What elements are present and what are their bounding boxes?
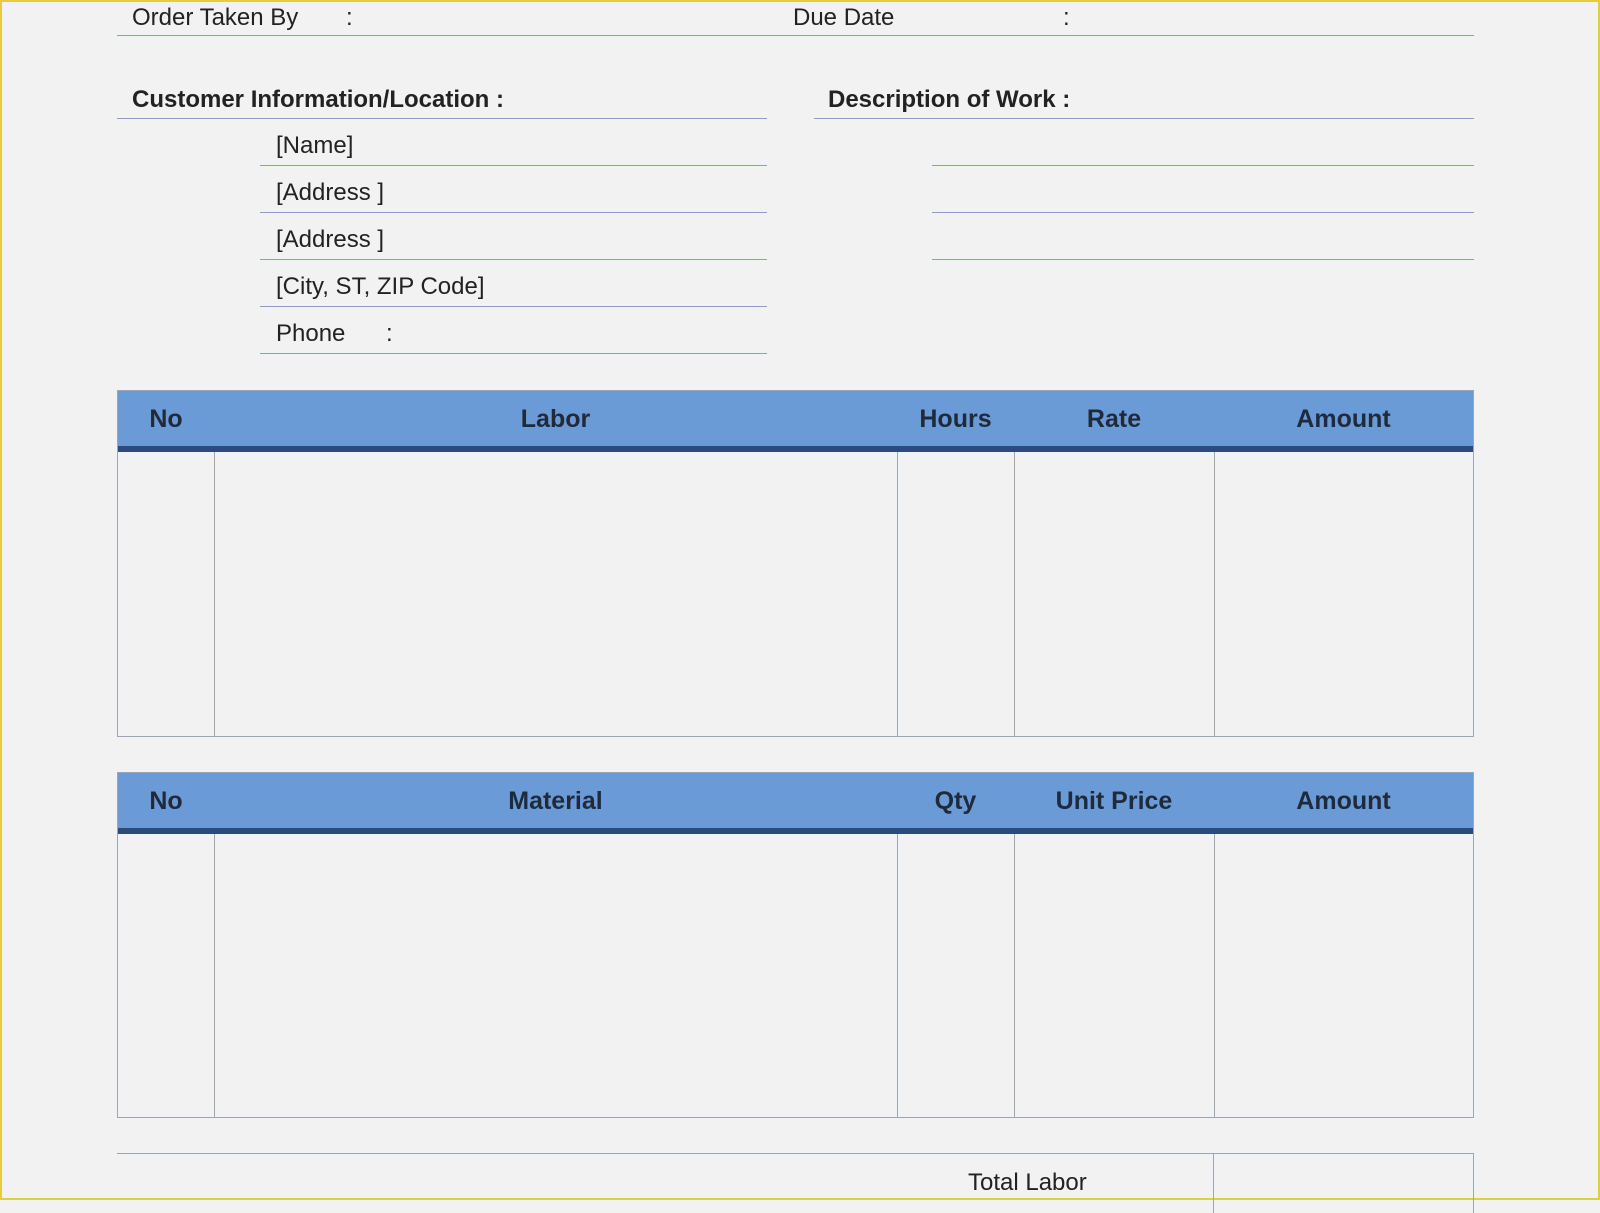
- labor-table: No Labor Hours Rate Amount: [117, 390, 1474, 737]
- description-title-line: [814, 118, 1474, 119]
- labor-header-rate: Rate: [1086, 405, 1142, 433]
- order-taken-by-label: Order Taken By: [132, 4, 299, 31]
- description-line-1[interactable]: [932, 165, 1474, 166]
- description-line-2[interactable]: [932, 212, 1474, 213]
- customer-address2-line: [260, 259, 767, 260]
- labor-table-header: No Labor Hours Rate Amount: [118, 391, 1473, 452]
- order-taken-by-colon: :: [346, 4, 353, 31]
- customer-name-field[interactable]: [Name]: [276, 132, 353, 160]
- total-labor-value-cell[interactable]: [1213, 1153, 1474, 1213]
- labor-header-amount: Amount: [1296, 405, 1391, 433]
- description-section-title: Description of Work :: [828, 86, 1071, 113]
- customer-name-line: [260, 165, 767, 166]
- order-row-line[interactable]: [117, 35, 1474, 36]
- customer-phone-label: Phone: [276, 320, 346, 347]
- material-header-material: Material: [508, 787, 603, 815]
- customer-address2-field[interactable]: [Address ]: [276, 226, 384, 254]
- material-header-unit-price: Unit Price: [1055, 787, 1173, 815]
- customer-phone-line[interactable]: [260, 353, 767, 354]
- material-header-qty: Qty: [934, 787, 977, 815]
- customer-title-line: [117, 118, 767, 119]
- description-line-3[interactable]: [932, 259, 1474, 260]
- customer-city-line: [260, 306, 767, 307]
- labor-header-no: No: [149, 405, 183, 433]
- labor-header-labor: Labor: [520, 405, 591, 433]
- due-date-colon: :: [1063, 4, 1070, 31]
- material-header-amount: Amount: [1296, 787, 1391, 815]
- customer-address1-field[interactable]: [Address ]: [276, 179, 384, 207]
- labor-header-hours: Hours: [919, 405, 992, 433]
- material-table-header: No Material Qty Unit Price Amount: [118, 773, 1473, 834]
- material-table-body[interactable]: [118, 834, 1473, 1117]
- labor-table-body[interactable]: [118, 452, 1473, 736]
- material-table: No Material Qty Unit Price Amount: [117, 772, 1474, 1118]
- total-labor-label: Total Labor: [968, 1169, 1087, 1196]
- material-header-no: No: [149, 787, 183, 815]
- due-date-label: Due Date: [793, 4, 895, 31]
- customer-phone-colon: :: [386, 320, 393, 347]
- customer-city-field[interactable]: [City, ST, ZIP Code]: [276, 273, 485, 301]
- customer-address1-line: [260, 212, 767, 213]
- customer-section-title: Customer Information/Location :: [132, 86, 504, 113]
